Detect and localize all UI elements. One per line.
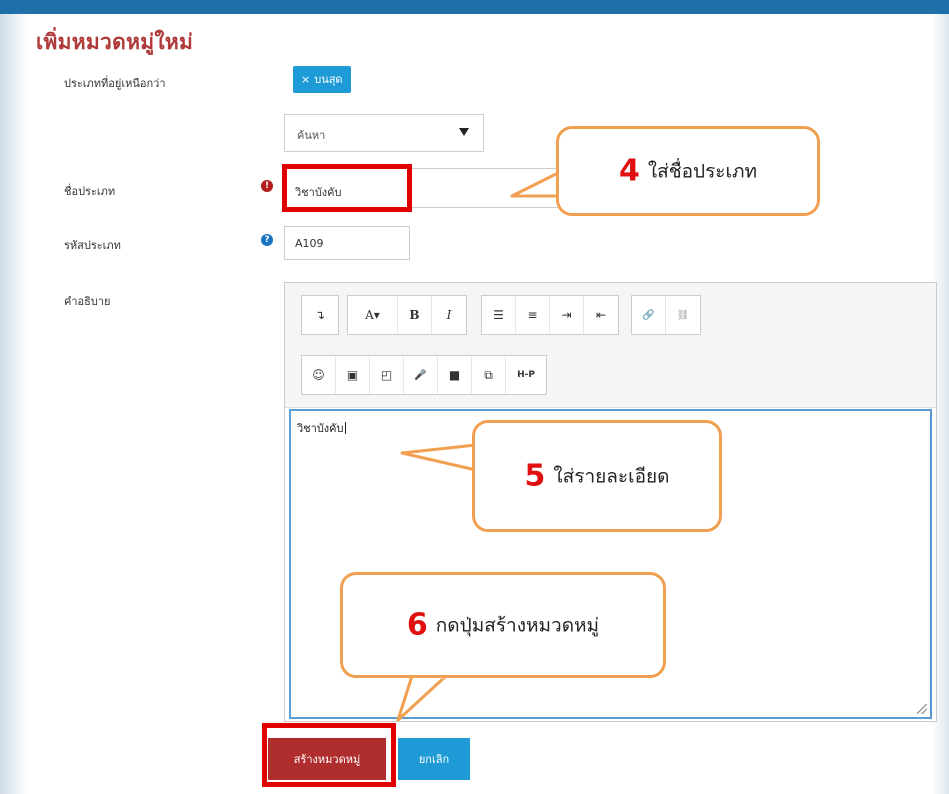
callout-step-5: 5 ใส่รายละเอียด (472, 420, 722, 532)
callout-6-number: 6 (406, 607, 428, 643)
callout-step-4: 4 ใส่ชื่อประเภท (556, 126, 820, 216)
callout-6-text: กดปุ่มสร้างหมวดหมู่ (435, 614, 600, 636)
callout-4-number: 4 (618, 153, 640, 189)
callout-4-text: ใส่ชื่อประเภท (647, 160, 758, 182)
callout-step-6: 6 กดปุ่มสร้างหมวดหมู่ (340, 572, 666, 678)
callout-5-text: ใส่รายละเอียด (553, 465, 670, 487)
callout-5-number: 5 (524, 458, 546, 494)
